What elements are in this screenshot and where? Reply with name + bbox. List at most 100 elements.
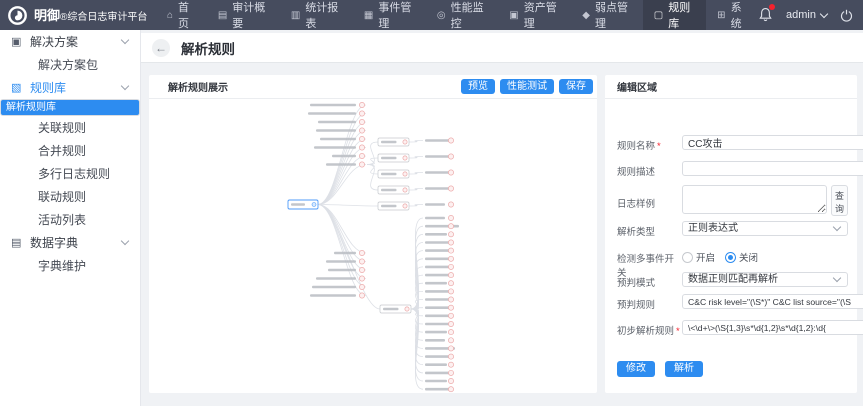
tree-leaf-label[interactable] xyxy=(425,233,447,236)
tree-leaf-label[interactable] xyxy=(332,155,356,158)
tree-node-delete-icon[interactable] xyxy=(359,276,364,281)
nav-item-performance[interactable]: ◎性能监控 xyxy=(426,0,498,30)
tree-node-delete-icon[interactable] xyxy=(448,370,453,375)
tree-node-delete-icon[interactable] xyxy=(448,338,453,343)
sidebar-item-multiline-log-rules[interactable]: 多行日志规则 xyxy=(0,162,140,185)
tree-node-delete-icon[interactable] xyxy=(359,111,364,116)
parse-type-select[interactable]: 正则表达式 xyxy=(682,221,848,236)
tree-node-delete-icon[interactable] xyxy=(448,248,453,253)
sidebar-group-rulebase[interactable]: ▧ 规则库 xyxy=(0,76,140,99)
tree-leaf-label[interactable] xyxy=(326,163,356,166)
tree-leaf-label[interactable] xyxy=(425,306,451,309)
sidebar-item-linkage-rules[interactable]: 联动规则 xyxy=(0,185,140,208)
initial-parse-rule-input[interactable] xyxy=(682,320,863,335)
sidebar-item-dictionary-maintain[interactable]: 字典维护 xyxy=(0,254,140,277)
tree-node-delete-icon[interactable] xyxy=(448,273,453,278)
tree-leaf-label[interactable] xyxy=(425,282,447,285)
tree-node-delete-icon[interactable] xyxy=(448,186,453,191)
tree-node-delete-icon[interactable] xyxy=(403,188,407,192)
tree-leaf-label[interactable] xyxy=(425,290,451,293)
tree-leaf-label[interactable] xyxy=(425,217,445,220)
nav-item-assets[interactable]: ▣资产管理 xyxy=(498,0,571,30)
admin-menu[interactable]: admin xyxy=(786,9,827,21)
tree-leaf-label[interactable] xyxy=(310,104,356,107)
tree-node-delete-icon[interactable] xyxy=(448,297,453,302)
tree-node-delete-icon[interactable] xyxy=(359,119,364,124)
prejudge-rule-input[interactable] xyxy=(682,294,863,309)
tree-node-delete-icon[interactable] xyxy=(359,153,364,158)
log-sample-textarea[interactable] xyxy=(682,185,827,214)
tree-leaf-label[interactable] xyxy=(425,331,447,334)
tree-leaf-label[interactable] xyxy=(316,129,356,132)
nav-item-system[interactable]: ⊞系统 xyxy=(706,0,759,30)
tree-leaf-label[interactable] xyxy=(425,249,451,252)
tree-node-delete-icon[interactable] xyxy=(359,293,364,298)
tree-leaf-label[interactable] xyxy=(425,171,451,174)
save-button[interactable]: 保存 xyxy=(559,79,593,94)
sidebar-item-solution-pack[interactable]: 解决方案包 xyxy=(0,53,140,76)
tree-node-delete-icon[interactable] xyxy=(359,267,364,272)
tree-node-delete-icon[interactable] xyxy=(403,140,407,144)
sidebar-item-merge-rules[interactable]: 合并规则 xyxy=(0,139,140,162)
tree-leaf-label[interactable] xyxy=(312,286,356,289)
tree-node-delete-icon[interactable] xyxy=(448,264,453,269)
notification-bell-icon[interactable] xyxy=(759,7,773,23)
tree-leaf-label[interactable] xyxy=(316,277,356,280)
tree-node-delete-icon[interactable] xyxy=(448,321,453,326)
prejudge-mode-select[interactable]: 数据正则匹配再解析 xyxy=(682,272,848,287)
tree-leaf-label[interactable] xyxy=(318,121,356,124)
tree-node-delete-icon[interactable] xyxy=(359,250,364,255)
tree-node-delete-icon[interactable] xyxy=(448,281,453,286)
tree-node-delete-icon[interactable] xyxy=(359,136,364,141)
sidebar-group-data-dictionary[interactable]: ▤ 数据字典 xyxy=(0,231,140,254)
tree-leaf-label[interactable] xyxy=(425,315,451,318)
tree-leaf-label[interactable] xyxy=(425,298,449,301)
tree-node-delete-icon[interactable] xyxy=(448,313,453,318)
tree-node-delete-icon[interactable] xyxy=(448,224,453,229)
tree-node-delete-icon[interactable] xyxy=(448,305,453,310)
tree-leaf-label[interactable] xyxy=(425,380,447,383)
tree-node-delete-icon[interactable] xyxy=(448,330,453,335)
tree-node-delete-icon[interactable] xyxy=(359,162,364,167)
nav-item-home[interactable]: ⌂首页 xyxy=(156,0,207,30)
tree-node-delete-icon[interactable] xyxy=(448,202,453,207)
tree-leaf-label[interactable] xyxy=(425,323,449,326)
tree-node-delete-icon[interactable] xyxy=(405,307,409,311)
tree-node-delete-icon[interactable] xyxy=(359,145,364,150)
radio-option-on[interactable]: 开启 xyxy=(682,250,715,264)
tree-node-delete-icon[interactable] xyxy=(448,154,453,159)
tree-leaf-label[interactable] xyxy=(328,269,356,272)
tree-node-delete-icon[interactable] xyxy=(448,215,453,220)
tree-leaf-label[interactable] xyxy=(425,274,451,277)
rule-desc-input[interactable] xyxy=(682,161,863,176)
nav-item-audit-overview[interactable]: ▤审计概要 xyxy=(207,0,280,30)
tree-leaf-label[interactable] xyxy=(425,266,449,269)
back-button[interactable]: ← xyxy=(152,39,170,57)
sidebar-item-correlation-rules[interactable]: 关联规则 xyxy=(0,116,140,139)
tree-leaf-label[interactable] xyxy=(320,138,356,141)
sidebar-item-parse-rulebase[interactable]: 解析规则库 xyxy=(0,99,140,116)
tree-leaf-label[interactable] xyxy=(326,260,356,263)
tree-node-delete-icon[interactable] xyxy=(448,387,453,392)
tree-leaf-label[interactable] xyxy=(425,355,449,358)
tree-node-delete-icon[interactable] xyxy=(359,128,364,133)
tree-leaf-label[interactable] xyxy=(334,252,356,255)
tree-leaf-label[interactable] xyxy=(425,203,445,206)
tree-node-delete-icon[interactable] xyxy=(448,289,453,294)
rule-parse-tree[interactable] xyxy=(149,98,597,393)
power-icon[interactable] xyxy=(840,9,853,22)
tree-node-delete-icon[interactable] xyxy=(448,362,453,367)
tree-leaf-label[interactable] xyxy=(314,146,356,149)
tree-leaf-label[interactable] xyxy=(425,241,449,244)
tree-leaf-label[interactable] xyxy=(425,258,451,261)
tree-node-delete-icon[interactable] xyxy=(403,172,407,176)
preview-button[interactable]: 预览 xyxy=(461,79,495,94)
nav-item-rulebase[interactable]: ▢规则库 xyxy=(643,0,706,30)
tree-node-delete-icon[interactable] xyxy=(403,156,407,160)
tree-node-delete-icon[interactable] xyxy=(359,102,364,107)
performance-test-button[interactable]: 性能测试 xyxy=(500,79,554,94)
tree-leaf-label[interactable] xyxy=(425,372,449,375)
tree-node-delete-icon[interactable] xyxy=(448,232,453,237)
sidebar-group-solutions[interactable]: ▣ 解决方案 xyxy=(0,30,140,53)
nav-item-reports[interactable]: ▥统计报表 xyxy=(280,0,353,30)
